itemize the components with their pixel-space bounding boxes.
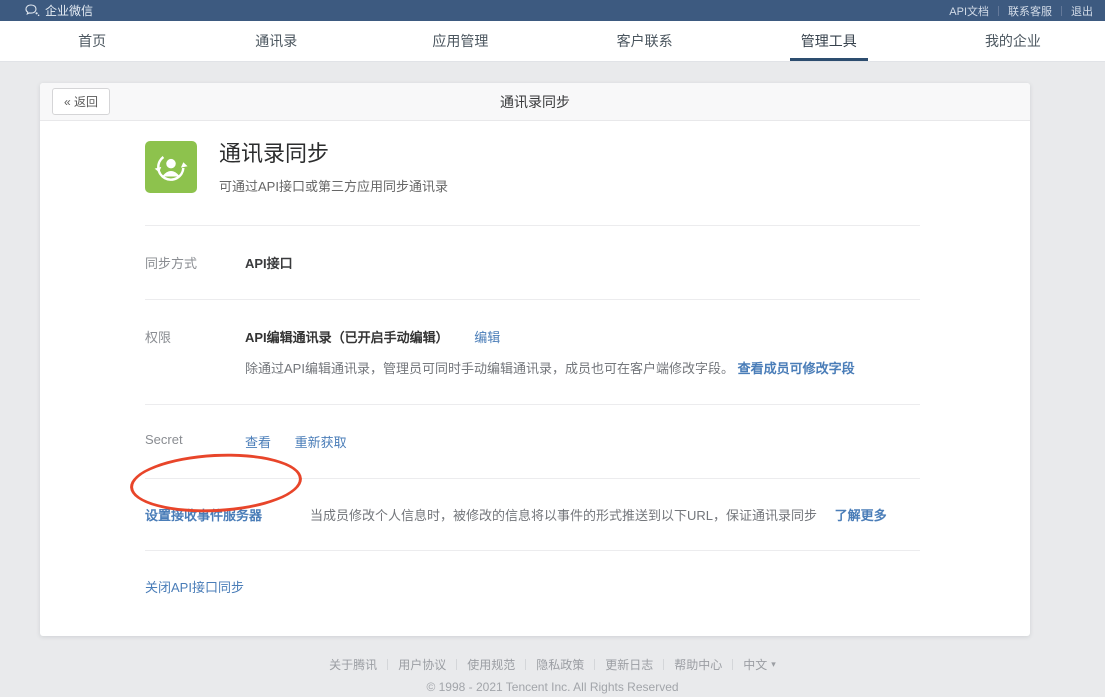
permission-description-text: 除通过API编辑通讯录，管理员可同时手动编辑通讯录，成员也可在客户端修改字段。 [245, 361, 734, 376]
app-header: 通讯录同步 可通过API接口或第三方应用同步通讯录 [40, 121, 1030, 225]
page-title: 通讯录同步 [40, 92, 1030, 112]
callback-description-text: 当成员修改个人信息时，被修改的信息将以事件的形式推送到以下URL，保证通讯录同步 [310, 508, 817, 523]
footer: 关于腾讯 用户协议 使用规范 隐私政策 更新日志 帮助中心 中文 ▾ © 199… [0, 656, 1105, 694]
wechat-work-logo-icon [25, 4, 40, 17]
contact-sync-icon [145, 141, 197, 193]
active-tab-underline [790, 58, 868, 61]
footer-link-help-center[interactable]: 帮助中心 [674, 656, 722, 673]
footer-link-usage-rules[interactable]: 使用规范 [467, 656, 515, 673]
language-selector[interactable]: 中文 ▾ [743, 656, 776, 673]
nav-item-my-company[interactable]: 我的企业 [921, 21, 1105, 61]
nav-label: 通讯录 [255, 31, 297, 51]
back-button[interactable]: « 返回 [52, 88, 110, 115]
card-header: « 返回 通讯录同步 [40, 83, 1030, 121]
permission-description: 除通过API编辑通讯录，管理员可同时手动编辑通讯录，成员也可在客户端修改字段。 … [245, 358, 855, 377]
regenerate-secret-link[interactable]: 重新获取 [295, 435, 347, 450]
close-api-sync-link[interactable]: 关闭API接口同步 [145, 580, 244, 595]
footer-link-changelog[interactable]: 更新日志 [605, 656, 653, 673]
caret-down-icon: ▾ [771, 659, 776, 670]
permission-label: 权限 [145, 327, 245, 377]
separator [732, 659, 733, 670]
sync-method-value: API接口 [245, 253, 293, 272]
edit-permission-link[interactable]: 编辑 [474, 330, 500, 345]
app-title: 通讯录同步 [219, 141, 448, 167]
separator [1061, 6, 1062, 16]
close-api-sync-row: 关闭API接口同步 [40, 551, 1030, 596]
permission-row: 权限 API编辑通讯录（已开启手动编辑） 编辑 除通过API编辑通讯录，管理员可… [40, 300, 1030, 404]
separator [594, 659, 595, 670]
nav-item-home[interactable]: 首页 [0, 21, 184, 61]
main-nav: 首页 通讯录 应用管理 客户联系 管理工具 我的企业 [0, 21, 1105, 62]
topbar-link-contact-support[interactable]: 联系客服 [1008, 3, 1052, 19]
nav-item-app-management[interactable]: 应用管理 [368, 21, 552, 61]
language-label: 中文 [743, 656, 767, 673]
brand[interactable]: 企业微信 [25, 2, 93, 19]
set-callback-server-link[interactable]: 设置接收事件服务器 [145, 505, 310, 524]
footer-link-privacy-policy[interactable]: 隐私政策 [536, 656, 584, 673]
separator [387, 659, 388, 670]
callback-description: 当成员修改个人信息时，被修改的信息将以事件的形式推送到以下URL，保证通讯录同步… [310, 505, 887, 524]
nav-label: 管理工具 [801, 31, 857, 51]
secret-label: Secret [145, 432, 245, 451]
footer-link-user-agreement[interactable]: 用户协议 [398, 656, 446, 673]
nav-label: 应用管理 [432, 31, 488, 51]
footer-links: 关于腾讯 用户协议 使用规范 隐私政策 更新日志 帮助中心 中文 ▾ [0, 656, 1105, 673]
permission-line1: API编辑通讯录（已开启手动编辑） 编辑 [245, 327, 855, 346]
permission-value: API编辑通讯录（已开启手动编辑） 编辑 除通过API编辑通讯录，管理员可同时手… [245, 327, 855, 377]
nav-item-customer-relations[interactable]: 客户联系 [553, 21, 737, 61]
separator [663, 659, 664, 670]
contact-sync-card: « 返回 通讯录同步 通讯录同步 可通过API接口或第三方应用同步通讯录 [40, 83, 1030, 636]
callback-server-row: 设置接收事件服务器 当成员修改个人信息时，被修改的信息将以事件的形式推送到以下U… [40, 479, 1030, 550]
topbar-link-logout[interactable]: 退出 [1071, 3, 1093, 19]
separator [525, 659, 526, 670]
separator [998, 6, 999, 16]
nav-label: 我的企业 [985, 31, 1041, 51]
topbar: 企业微信 API文档 联系客服 退出 [0, 0, 1105, 21]
sync-method-label: 同步方式 [145, 253, 245, 272]
copyright: © 1998 - 2021 Tencent Inc. All Rights Re… [0, 680, 1105, 694]
nav-item-admin-tools[interactable]: 管理工具 [737, 21, 921, 61]
footer-link-about-tencent[interactable]: 关于腾讯 [329, 656, 377, 673]
topbar-links: API文档 联系客服 退出 [949, 3, 1093, 19]
view-editable-fields-link[interactable]: 查看成员可修改字段 [738, 361, 855, 376]
nav-label: 客户联系 [617, 31, 673, 51]
nav-item-contacts[interactable]: 通讯录 [184, 21, 368, 61]
secret-actions: 查看 重新获取 [245, 432, 347, 451]
topbar-link-api-docs[interactable]: API文档 [949, 3, 989, 19]
permission-mode-text: API编辑通讯录（已开启手动编辑） [245, 330, 449, 345]
brand-name: 企业微信 [45, 2, 93, 19]
card-body: 通讯录同步 可通过API接口或第三方应用同步通讯录 同步方式 API接口 权限 … [40, 121, 1030, 636]
sync-method-row: 同步方式 API接口 [40, 226, 1030, 299]
app-header-text: 通讯录同步 可通过API接口或第三方应用同步通讯录 [219, 141, 448, 195]
secret-row: Secret 查看 重新获取 [40, 405, 1030, 478]
nav-label: 首页 [78, 31, 106, 51]
view-secret-link[interactable]: 查看 [245, 435, 271, 450]
separator [456, 659, 457, 670]
app-description: 可通过API接口或第三方应用同步通讯录 [219, 176, 448, 195]
learn-more-link[interactable]: 了解更多 [835, 508, 887, 523]
